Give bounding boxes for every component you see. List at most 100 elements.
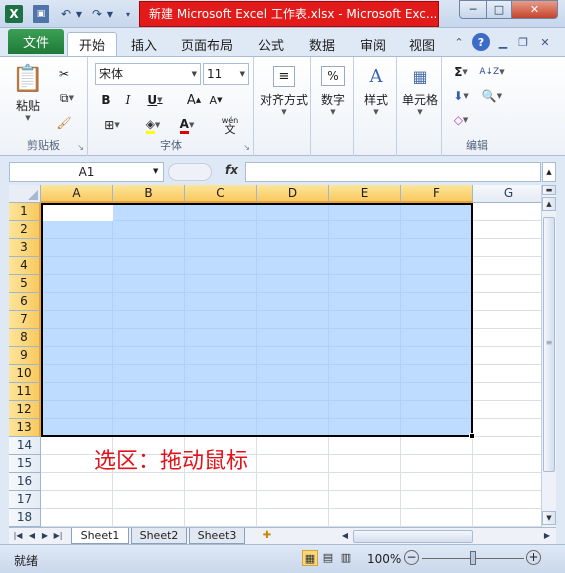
- zoom-slider-thumb[interactable]: [470, 551, 476, 565]
- column-header-g[interactable]: G: [473, 185, 541, 203]
- column-header-a[interactable]: A: [41, 185, 113, 203]
- row-header-15[interactable]: 15: [9, 455, 41, 473]
- font-color-icon[interactable]: A ▼: [173, 115, 201, 135]
- scroll-left-icon[interactable]: ◀: [339, 530, 351, 542]
- row-header-10[interactable]: 10: [9, 365, 41, 383]
- active-cell-a1[interactable]: [43, 205, 113, 221]
- column-header-f[interactable]: F: [401, 185, 473, 203]
- fill-down-icon[interactable]: ⬇ ▼: [449, 87, 473, 105]
- horizontal-scrollbar[interactable]: ◀ ▶: [337, 529, 555, 544]
- close-button[interactable]: ✕: [511, 0, 558, 19]
- last-sheet-icon[interactable]: ▶|: [52, 530, 64, 542]
- font-size-select[interactable]: 11 ▼: [203, 63, 249, 85]
- row-header-16[interactable]: 16: [9, 473, 41, 491]
- bold-icon[interactable]: B: [97, 90, 115, 110]
- normal-view-icon[interactable]: ▦: [302, 550, 318, 566]
- tab-data[interactable]: 数据: [300, 32, 344, 56]
- font-launcher-icon[interactable]: ↘: [243, 143, 250, 152]
- tab-home[interactable]: 开始: [67, 32, 117, 56]
- scroll-up-icon[interactable]: ▲: [542, 197, 556, 211]
- scroll-right-icon[interactable]: ▶: [541, 530, 553, 542]
- tab-formulas[interactable]: 公式: [249, 32, 293, 56]
- undo-dropdown-icon[interactable]: ▼: [74, 5, 84, 23]
- row-header-12[interactable]: 12: [9, 401, 41, 419]
- expand-formula-bar-icon[interactable]: ▲: [542, 162, 556, 182]
- name-box-dropdown-icon[interactable]: ▼: [153, 167, 158, 175]
- find-select-icon[interactable]: 🔍 ▼: [477, 87, 507, 105]
- redo-icon[interactable]: ↷: [89, 5, 105, 23]
- workbook-restore-icon[interactable]: ❐: [516, 33, 530, 51]
- horizontal-scroll-thumb[interactable]: [353, 530, 473, 543]
- vertical-scroll-thumb[interactable]: ≡: [543, 217, 555, 472]
- minimize-button[interactable]: ─: [459, 0, 487, 19]
- prev-sheet-icon[interactable]: ◀: [26, 530, 38, 542]
- phonetic-guide-icon[interactable]: wén 文: [213, 114, 247, 136]
- save-icon[interactable]: ▣: [33, 5, 49, 23]
- sheet-tab-sheet3[interactable]: Sheet3: [189, 528, 245, 544]
- sheet-tab-sheet1[interactable]: Sheet1: [71, 528, 129, 544]
- maximize-button[interactable]: □: [486, 0, 512, 19]
- selected-range[interactable]: [41, 203, 475, 439]
- minimize-ribbon-icon[interactable]: ⌃: [452, 33, 466, 51]
- tab-page-layout[interactable]: 页面布局: [175, 32, 239, 56]
- column-header-e[interactable]: E: [329, 185, 401, 203]
- borders-icon[interactable]: ⊞ ▼: [97, 115, 127, 135]
- row-header-14[interactable]: 14: [9, 437, 41, 455]
- worksheet-grid[interactable]: A B C D E F G 1 2 3 4 5 6 7 8 9 10 11 12…: [9, 185, 541, 527]
- tab-insert[interactable]: 插入: [122, 32, 166, 56]
- zoom-level[interactable]: 100%: [367, 552, 401, 566]
- page-break-view-icon[interactable]: ▥: [338, 550, 354, 566]
- alignment-button[interactable]: ≡ 对齐方式 ▼: [259, 61, 309, 116]
- increase-font-icon[interactable]: A ▲: [185, 90, 203, 110]
- row-header-5[interactable]: 5: [9, 275, 41, 293]
- autosum-icon[interactable]: Σ ▼: [449, 63, 473, 81]
- column-header-d[interactable]: D: [257, 185, 329, 203]
- clear-icon[interactable]: ◇ ▼: [449, 111, 473, 129]
- styles-button[interactable]: A 样式 ▼: [357, 61, 395, 117]
- sheet-tab-sheet2[interactable]: Sheet2: [131, 528, 187, 544]
- tab-view[interactable]: 视图: [400, 32, 444, 56]
- cells-button[interactable]: ▦ 单元格 ▼: [398, 61, 442, 117]
- copy-icon[interactable]: ⧉ ▼: [54, 89, 80, 107]
- undo-icon[interactable]: ↶: [58, 5, 74, 23]
- row-header-3[interactable]: 3: [9, 239, 41, 257]
- excel-app-icon[interactable]: X: [5, 5, 23, 23]
- customize-quick-access-icon[interactable]: ▾: [122, 5, 134, 23]
- workbook-minimize-icon[interactable]: ▁: [496, 33, 510, 51]
- sort-filter-icon[interactable]: A↓Z ▼: [477, 63, 507, 81]
- column-header-c[interactable]: C: [185, 185, 257, 203]
- insert-function-icon[interactable]: fx: [225, 163, 238, 177]
- row-header-11[interactable]: 11: [9, 383, 41, 401]
- clipboard-launcher-icon[interactable]: ↘: [77, 143, 84, 152]
- format-painter-icon[interactable]: 🖌: [54, 114, 74, 132]
- zoom-out-icon[interactable]: −: [404, 550, 419, 565]
- split-box-icon[interactable]: ▬: [542, 185, 556, 195]
- number-button[interactable]: % 数字 ▼: [314, 61, 352, 116]
- help-icon[interactable]: ?: [472, 33, 490, 51]
- page-layout-view-icon[interactable]: ▤: [320, 550, 336, 566]
- decrease-font-icon[interactable]: A ▼: [207, 90, 225, 110]
- fill-handle[interactable]: [469, 433, 475, 439]
- underline-icon[interactable]: U ▼: [141, 90, 169, 110]
- row-header-6[interactable]: 6: [9, 293, 41, 311]
- row-header-9[interactable]: 9: [9, 347, 41, 365]
- row-header-1[interactable]: 1: [9, 203, 41, 221]
- paste-button[interactable]: 📋 粘贴 ▼: [10, 61, 46, 122]
- select-all-button[interactable]: [9, 185, 41, 203]
- fill-color-icon[interactable]: ◈ ▼: [139, 115, 167, 135]
- scroll-down-icon[interactable]: ▼: [542, 511, 556, 525]
- row-header-4[interactable]: 4: [9, 257, 41, 275]
- next-sheet-icon[interactable]: ▶: [39, 530, 51, 542]
- column-header-b[interactable]: B: [113, 185, 185, 203]
- tab-file[interactable]: 文件: [8, 29, 64, 54]
- row-header-8[interactable]: 8: [9, 329, 41, 347]
- cut-icon[interactable]: ✂: [54, 65, 74, 83]
- insert-sheet-icon[interactable]: ✚: [256, 528, 278, 544]
- vertical-scrollbar[interactable]: ▬ ▲ ≡ ▼: [541, 185, 556, 527]
- redo-dropdown-icon[interactable]: ▼: [105, 5, 115, 23]
- workbook-close-icon[interactable]: ✕: [538, 33, 552, 51]
- row-header-17[interactable]: 17: [9, 491, 41, 509]
- row-header-2[interactable]: 2: [9, 221, 41, 239]
- font-name-select[interactable]: 宋体 ▼: [95, 63, 201, 85]
- formula-input[interactable]: [245, 162, 541, 182]
